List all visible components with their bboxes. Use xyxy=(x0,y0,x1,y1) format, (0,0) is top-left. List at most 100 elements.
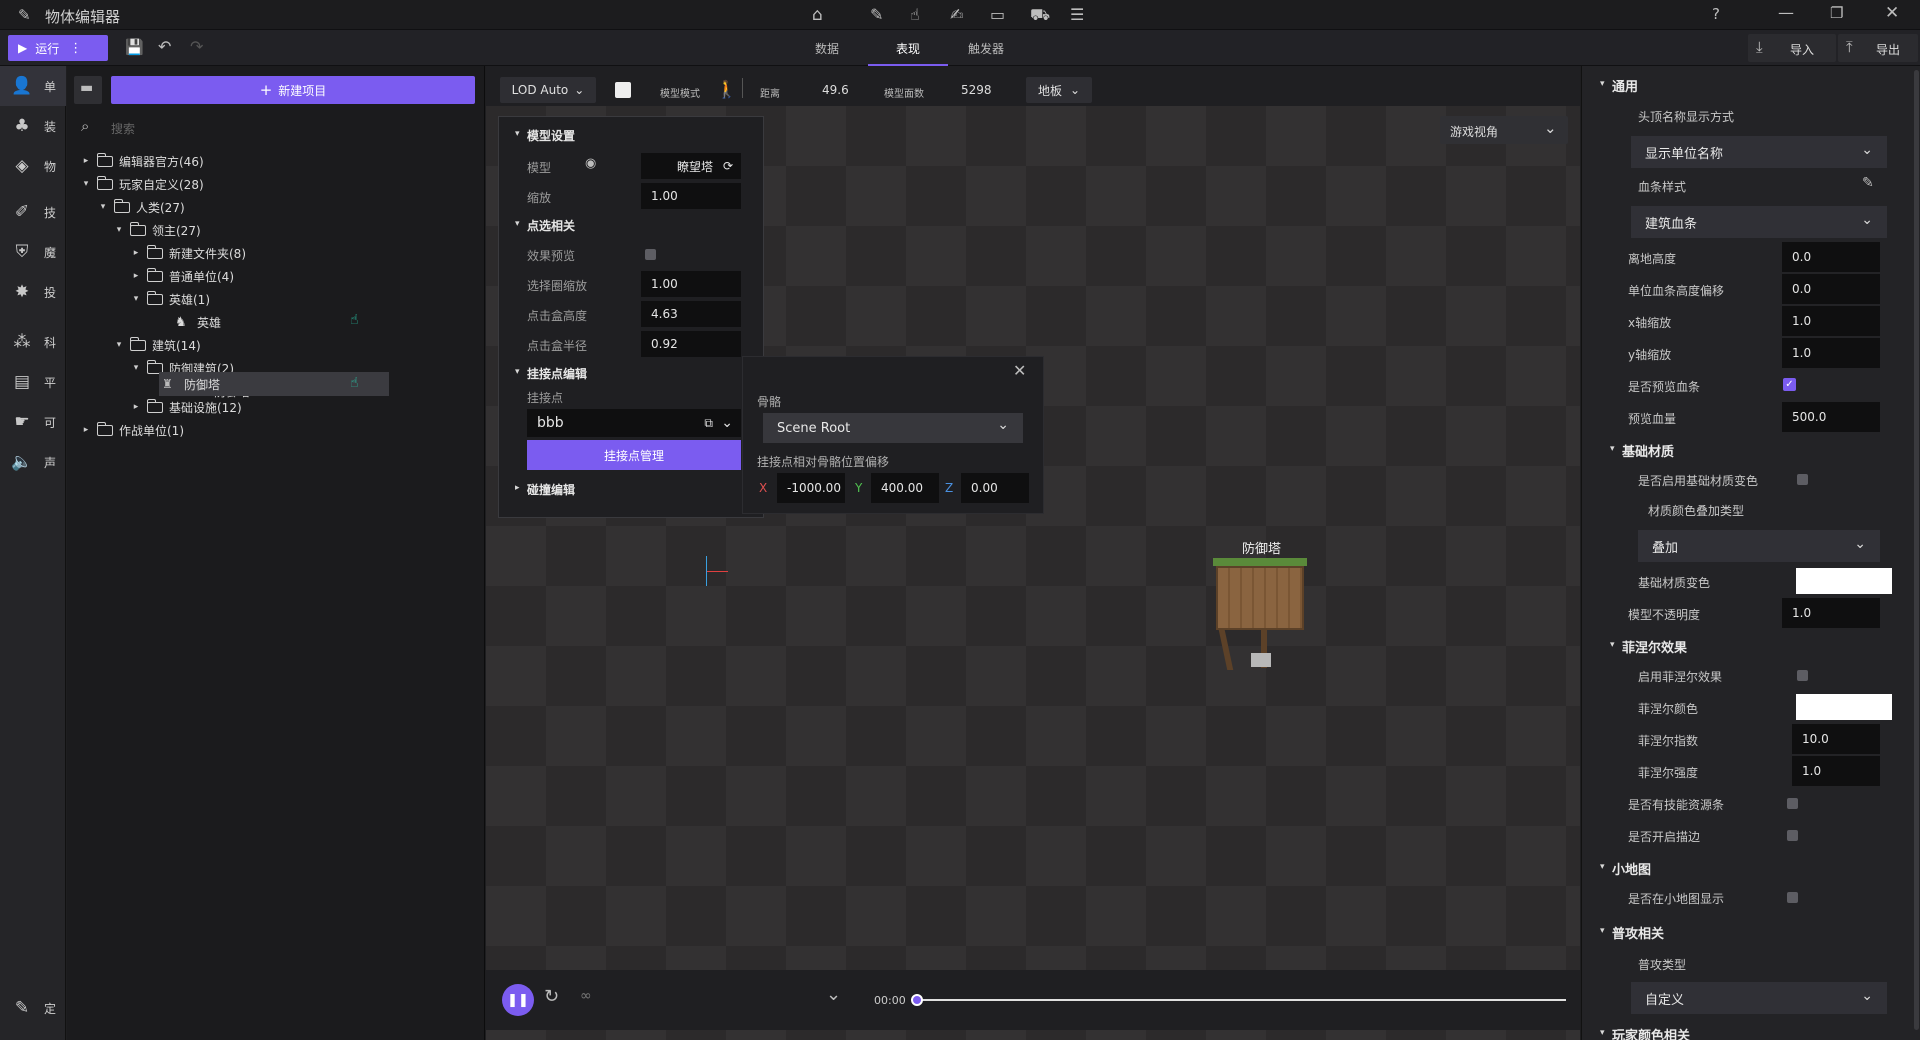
outline-checkbox[interactable] xyxy=(1787,830,1798,841)
new-project-button[interactable]: + 新建项目 xyxy=(111,76,475,104)
export-button[interactable]: ⤒ 导出 xyxy=(1838,34,1918,62)
enable-fresnel-checkbox[interactable] xyxy=(1797,670,1808,681)
hand-icon[interactable]: ☝ xyxy=(910,5,920,24)
collapse-arrow-icon[interactable]: ▾ xyxy=(1610,640,1615,650)
minimap-section-header[interactable]: 小地图 xyxy=(1612,859,1651,878)
collapse-arrow-icon[interactable]: ▾ xyxy=(1600,1028,1605,1038)
effect-preview-checkbox[interactable] xyxy=(645,249,656,260)
help-icon[interactable]: ? xyxy=(1712,5,1720,23)
fresnel-strength-input[interactable]: 1.0 xyxy=(1792,756,1880,786)
rail-sound[interactable]: 🔈 声 xyxy=(0,442,66,482)
rail-usable[interactable]: ☛ 可 xyxy=(0,402,66,442)
ground-height-input[interactable]: 0.0 xyxy=(1782,242,1880,272)
run-button[interactable]: ▶ 运行 ⋮ xyxy=(8,35,108,61)
expand-arrow-icon[interactable]: ▸ xyxy=(129,248,143,258)
expand-arrow-icon[interactable]: ▸ xyxy=(129,402,143,412)
color-overlay-select[interactable]: 叠加 ⌄ xyxy=(1638,530,1880,562)
timeline-track[interactable] xyxy=(916,999,1566,1001)
collapse-arrow-icon[interactable]: ▾ xyxy=(1600,926,1605,936)
collapse-arrow-icon[interactable]: ▾ xyxy=(1600,862,1605,872)
attack-type-select[interactable]: 自定义 ⌄ xyxy=(1631,982,1887,1014)
view-mode-dropdown[interactable]: 游戏视角 ⌄ xyxy=(1440,116,1568,144)
tab-appearance[interactable]: 表现 xyxy=(868,30,948,66)
circle-scale-input[interactable]: 1.00 xyxy=(641,271,741,297)
refresh-icon[interactable]: ⟳ xyxy=(723,159,733,173)
collision-section-header[interactable]: 碰撞编辑 xyxy=(527,481,575,498)
box-height-input[interactable]: 4.63 xyxy=(641,301,741,327)
timeline-playhead[interactable] xyxy=(911,994,923,1006)
fresnel-index-input[interactable]: 10.0 xyxy=(1792,724,1880,754)
properties-scrollbar[interactable] xyxy=(1914,70,1919,1030)
x-scale-input[interactable]: 1.0 xyxy=(1782,306,1880,336)
hand-icon[interactable]: ☝ xyxy=(350,375,359,391)
collapse-arrow-icon[interactable]: ▾ xyxy=(1600,79,1605,89)
expand-arrow-icon[interactable]: ▸ xyxy=(515,483,520,493)
attach-manage-button[interactable]: 挂接点管理 xyxy=(527,440,741,470)
collapse-arrow-icon[interactable]: ▾ xyxy=(515,129,520,139)
offset-z-input[interactable]: 0.00 xyxy=(961,473,1029,503)
close-icon[interactable]: ✕ xyxy=(1885,3,1899,23)
expand-arrow-icon[interactable]: ▾ xyxy=(129,363,143,373)
offset-y-input[interactable]: 400.00 xyxy=(871,473,939,503)
floor-dropdown[interactable]: 地板 ⌄ xyxy=(1026,77,1092,103)
offset-x-input[interactable]: -1000.00 xyxy=(777,473,845,503)
undo-icon[interactable]: ↶ xyxy=(158,37,171,56)
fresnel-color-swatch[interactable] xyxy=(1796,694,1892,720)
folder-toggle-button[interactable]: ▬ xyxy=(74,76,102,104)
pause-button[interactable]: ❚❚ xyxy=(502,984,534,1016)
tab-data[interactable]: 数据 xyxy=(815,40,839,57)
preview-hp-checkbox[interactable]: ✓ xyxy=(1783,378,1796,391)
enable-base-color-checkbox[interactable] xyxy=(1797,474,1808,485)
base-color-swatch[interactable] xyxy=(1796,568,1892,594)
minimap-show-checkbox[interactable] xyxy=(1787,892,1798,903)
expand-arrow-icon[interactable]: ▾ xyxy=(112,225,126,235)
general-section-header[interactable]: 通用 xyxy=(1612,76,1638,95)
expand-arrow-icon[interactable]: ▾ xyxy=(96,202,110,212)
hp-style-select[interactable]: 建筑血条 ⌄ xyxy=(1631,206,1887,238)
rail-decoration[interactable]: ♣ 装 xyxy=(0,106,66,146)
model-settings-header[interactable]: 模型设置 xyxy=(527,127,575,144)
expand-arrow-icon[interactable]: ▾ xyxy=(79,179,93,189)
replay-icon[interactable]: ↻ xyxy=(544,986,559,1007)
close-icon[interactable]: ✕ xyxy=(1013,361,1026,380)
pick-section-header[interactable]: 点选相关 xyxy=(527,217,575,234)
tree-row[interactable]: ▸ 作战单位(1) xyxy=(79,417,184,443)
rail-magic[interactable]: ⛨ 魔 xyxy=(0,232,66,272)
player-color-section-header[interactable]: 玩家颜色相关 xyxy=(1612,1025,1690,1040)
eye-icon[interactable]: ◉ xyxy=(585,156,596,171)
minimize-icon[interactable]: — xyxy=(1778,3,1794,22)
import-button[interactable]: ⤓ 导入 xyxy=(1748,34,1836,62)
box-radius-input[interactable]: 0.92 xyxy=(641,331,741,357)
loop-icon[interactable]: ∞ xyxy=(580,988,592,1004)
rail-item[interactable]: ◈ 物 xyxy=(0,146,66,186)
collapse-arrow-icon[interactable]: ▾ xyxy=(515,367,520,377)
y-scale-input[interactable]: 1.0 xyxy=(1782,338,1880,368)
attach-point-select[interactable]: bbb ⧉ ⌄ xyxy=(527,409,741,437)
skill-resource-checkbox[interactable] xyxy=(1787,798,1798,809)
locate-icon[interactable]: ⧉ xyxy=(704,416,713,431)
rail-unit[interactable]: 👤 单 xyxy=(0,66,66,106)
run-menu-icon[interactable]: ⋮ xyxy=(69,41,82,56)
expand-arrow-icon[interactable]: ▾ xyxy=(129,294,143,304)
bone-select[interactable]: Scene Root ⌄ xyxy=(763,413,1023,443)
background-color-swatch[interactable] xyxy=(615,82,631,98)
maximize-icon[interactable]: ❐ xyxy=(1830,4,1843,22)
edit-icon[interactable]: ✎ xyxy=(1862,175,1874,191)
collapse-arrow-icon[interactable]: ▾ xyxy=(515,219,520,229)
rail-skill[interactable]: ✐ 技 xyxy=(0,192,66,232)
expand-arrow-icon[interactable]: ▸ xyxy=(79,425,93,435)
expand-arrow-icon[interactable]: ▾ xyxy=(112,340,126,350)
rail-projectile[interactable]: ✸ 投 xyxy=(0,272,66,312)
hand-icon[interactable]: ☝ xyxy=(350,312,359,328)
person-icon[interactable]: 🚶 xyxy=(716,80,737,100)
tab-triggers[interactable]: 触发器 xyxy=(968,40,1004,57)
home-icon[interactable]: ⌂ xyxy=(812,5,823,25)
fresnel-section-header[interactable]: 菲涅尔效果 xyxy=(1622,637,1687,656)
collapse-arrow-icon[interactable]: ▾ xyxy=(1610,444,1615,454)
rail-platform[interactable]: ▤ 平 xyxy=(0,362,66,402)
cart-icon[interactable]: ⛟ xyxy=(1030,5,1050,26)
folder-icon[interactable]: ▭ xyxy=(990,5,1005,24)
opacity-input[interactable]: 1.0 xyxy=(1782,598,1880,628)
note-icon[interactable]: ✍ xyxy=(950,5,963,24)
scale-input[interactable]: 1.00 xyxy=(641,183,741,209)
